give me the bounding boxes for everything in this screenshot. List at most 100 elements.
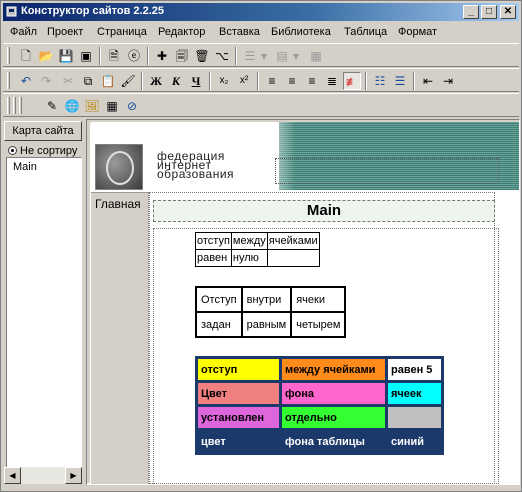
insert-link-icon[interactable]: 🌐 (63, 97, 81, 115)
table-cell[interactable]: цвет (195, 428, 282, 455)
align-justify-icon[interactable]: ≣ (323, 72, 341, 90)
insert-flash-icon[interactable]: ⊘ (123, 97, 141, 115)
toolbar-separator (147, 47, 149, 65)
save-icon[interactable]: 💾 (57, 47, 75, 65)
table-cell[interactable]: ячеек (385, 380, 444, 407)
table-cell[interactable]: равным (240, 311, 293, 338)
table-cell[interactable]: четырем (290, 311, 347, 338)
subscript-button[interactable]: x₂ (215, 72, 233, 90)
align-left-icon[interactable]: ≡ (263, 72, 281, 90)
format-painter-icon[interactable]: 🖌 (119, 72, 137, 90)
nav-link-main[interactable]: Главная (95, 197, 141, 211)
toolbar-separator (99, 47, 101, 65)
superscript-button[interactable]: x² (235, 72, 253, 90)
radio-icon[interactable] (8, 146, 17, 155)
italic-button[interactable]: К (167, 72, 185, 90)
copy-icon[interactable]: ⧉ (79, 72, 97, 90)
clear-format-icon[interactable]: ≢ (343, 72, 361, 90)
toolbar-grip[interactable] (19, 97, 22, 114)
horizontal-scrollbar[interactable]: ◀ ▶ (4, 467, 82, 484)
align-center-icon[interactable]: ≡ (283, 72, 301, 90)
site-tree-icon[interactable]: ⌥ (213, 47, 231, 65)
add-page-icon[interactable]: ✚ (153, 47, 171, 65)
table-cell[interactable]: Цвет (195, 380, 282, 407)
table-padding[interactable]: Отступ внутри ячеки задан равным четырем (195, 286, 347, 338)
underline-button[interactable]: Ч (187, 72, 205, 90)
toolbar-grip[interactable] (7, 97, 10, 114)
table-cell[interactable]: между ячейками (279, 356, 388, 383)
browser-icon[interactable]: ⓔ (125, 47, 143, 65)
sort-radio[interactable]: Не сортиру (8, 145, 82, 157)
menu-format[interactable]: Формат (398, 26, 437, 38)
table-cell[interactable]: отдельно (279, 404, 388, 431)
chevron-down-icon[interactable]: ▾ (259, 47, 269, 65)
scroll-right-icon[interactable]: ▶ (65, 467, 82, 484)
scroll-left-icon[interactable]: ◀ (4, 467, 21, 484)
minimize-button[interactable]: _ (463, 5, 479, 19)
table-cell[interactable]: внутри (240, 286, 293, 313)
menu-table[interactable]: Таблица (344, 26, 387, 38)
properties-icon[interactable]: ▦ (307, 47, 325, 65)
nav-cell[interactable]: Главная (91, 192, 149, 484)
page-title-box[interactable]: Main (153, 200, 495, 222)
menu-insert[interactable]: Вставка (219, 26, 260, 38)
site-tree[interactable]: Main (6, 157, 82, 481)
insert-object-icon[interactable]: ▤ (273, 47, 291, 65)
table-cell[interactable]: нулю (230, 249, 268, 267)
insert-list-icon[interactable]: ☰ (241, 47, 259, 65)
align-right-icon[interactable]: ≡ (303, 72, 321, 90)
menu-page[interactable]: Страница (97, 26, 147, 38)
save-all-icon[interactable]: ▣ (77, 47, 95, 65)
page-editor[interactable]: федерация интернет образования Главная M… (86, 119, 520, 485)
bulleted-list-icon[interactable]: ☷ (371, 72, 389, 90)
table-cell[interactable]: синий (385, 428, 444, 455)
new-file-icon[interactable]: 🗋 (17, 47, 35, 65)
copy-page-icon[interactable]: 🗐 (173, 47, 191, 65)
title-bar[interactable]: Конструктор сайтов 2.2.25 _ □ ✕ (3, 3, 519, 21)
globe-icon (106, 151, 134, 185)
table-cell[interactable]: задан (195, 311, 243, 338)
toolbar-grip[interactable] (7, 47, 10, 64)
header-placeholder[interactable] (275, 158, 499, 184)
insert-line-icon[interactable]: ✎ (43, 97, 61, 115)
menu-file[interactable]: Файл (10, 26, 37, 38)
toolbar-grip[interactable] (13, 97, 16, 114)
menu-library[interactable]: Библиотека (271, 26, 331, 38)
numbered-list-icon[interactable]: ☰ (391, 72, 409, 90)
delete-page-icon[interactable]: 🗑 (193, 47, 211, 65)
table-no-spacing[interactable]: отступ между ячейками равен нулю (195, 232, 320, 267)
undo-icon[interactable]: ↶ (17, 72, 35, 90)
table-cell[interactable] (385, 404, 444, 431)
table-cell[interactable]: между (230, 232, 268, 250)
maximize-button[interactable]: □ (481, 5, 497, 19)
preview-icon[interactable]: 🗎 (105, 47, 123, 65)
tab-site-map[interactable]: Карта сайта (4, 121, 82, 141)
insert-table-icon[interactable]: ▦ (103, 97, 121, 115)
table-cell[interactable]: отступ (195, 356, 282, 383)
table-cell[interactable]: установлен (195, 404, 282, 431)
table-cell[interactable]: равен 5 (385, 356, 444, 383)
chevron-down-icon[interactable]: ▾ (291, 47, 301, 65)
table-cell[interactable]: Отступ (195, 286, 243, 313)
table-cell[interactable]: отступ (195, 232, 232, 250)
table-cell[interactable]: равен (195, 249, 232, 267)
toolbar-grip[interactable] (7, 72, 10, 89)
outdent-icon[interactable]: ⇤ (419, 72, 437, 90)
insert-image-icon[interactable]: 🖼 (83, 97, 101, 115)
table-cell[interactable] (266, 249, 320, 267)
table-colored-cells[interactable]: отступ между ячейками равен 5 Цвет фона … (195, 356, 444, 455)
cut-icon[interactable]: ✂ (59, 72, 77, 90)
indent-icon[interactable]: ⇥ (439, 72, 457, 90)
open-folder-icon[interactable]: 📂 (37, 47, 55, 65)
table-cell[interactable]: ячеки (290, 286, 347, 313)
redo-icon[interactable]: ↷ (37, 72, 55, 90)
bold-button[interactable]: Ж (147, 72, 165, 90)
table-cell[interactable]: фона таблицы (279, 428, 388, 455)
close-button[interactable]: ✕ (500, 5, 516, 19)
table-cell[interactable]: ячейками (266, 232, 320, 250)
table-cell[interactable]: фона (279, 380, 388, 407)
paste-icon[interactable]: 📋 (99, 72, 117, 90)
menu-project[interactable]: Проект (47, 26, 83, 38)
tree-item-main[interactable]: Main (13, 161, 37, 173)
menu-editor[interactable]: Редактор (158, 26, 205, 38)
